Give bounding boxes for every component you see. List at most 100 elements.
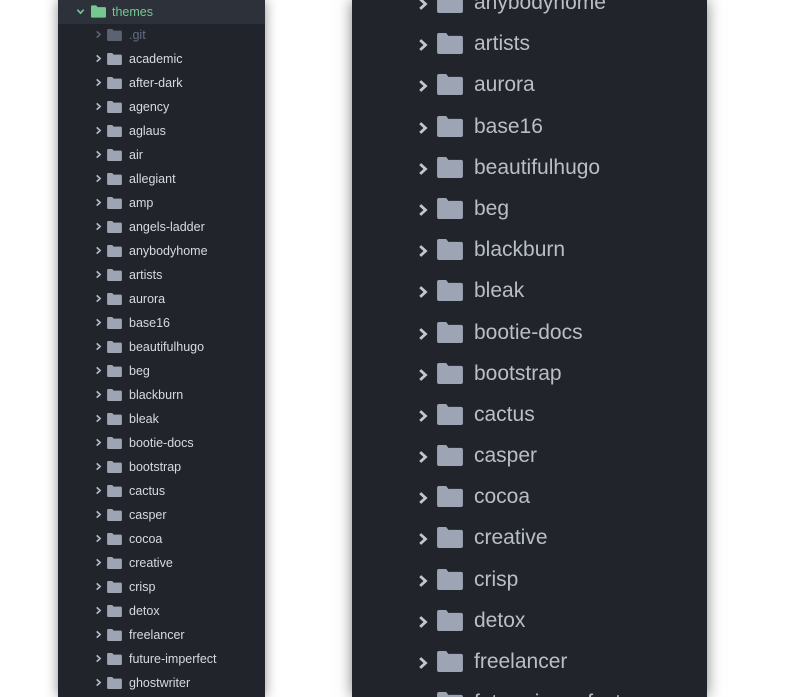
tree-item-dot-git[interactable]: .git — [58, 23, 265, 47]
chevron-right-icon[interactable] — [94, 630, 103, 639]
tree-item-label: aurora — [474, 73, 535, 97]
tree-item-bootstrap[interactable]: bootstrap — [352, 354, 707, 395]
chevron-right-icon[interactable] — [94, 102, 103, 111]
tree-item-academic[interactable]: academic — [58, 47, 265, 71]
tree-item-ghostwriter[interactable]: ghostwriter — [58, 671, 265, 695]
chevron-right-icon[interactable] — [94, 390, 103, 399]
tree-item-after-dark[interactable]: after-dark — [58, 71, 265, 95]
tree-item-cactus[interactable]: cactus — [352, 395, 707, 436]
chevron-right-icon[interactable] — [416, 491, 430, 505]
chevron-right-icon[interactable] — [94, 174, 103, 183]
chevron-down-icon[interactable] — [76, 7, 85, 16]
chevron-right-icon[interactable] — [94, 150, 103, 159]
tree-item-casper[interactable]: casper — [58, 503, 265, 527]
tree-item-cactus[interactable]: cactus — [58, 479, 265, 503]
tree-item-anybodyhome[interactable]: anybodyhome — [352, 0, 707, 24]
chevron-right-icon[interactable] — [416, 409, 430, 423]
chevron-right-icon[interactable] — [416, 656, 430, 670]
tree-item-bootstrap[interactable]: bootstrap — [58, 455, 265, 479]
chevron-right-icon[interactable] — [94, 270, 103, 279]
tree-item-detox[interactable]: detox — [352, 601, 707, 642]
chevron-right-icon[interactable] — [94, 246, 103, 255]
tree-item-base16[interactable]: base16 — [352, 107, 707, 148]
tree-item-label: bootie-docs — [129, 436, 194, 450]
chevron-right-icon[interactable] — [94, 294, 103, 303]
chevron-right-icon[interactable] — [94, 558, 103, 567]
tree-item-bleak[interactable]: bleak — [352, 271, 707, 312]
chevron-right-icon[interactable] — [94, 438, 103, 447]
tree-item-artists[interactable]: artists — [352, 24, 707, 65]
chevron-right-icon[interactable] — [94, 654, 103, 663]
chevron-right-icon[interactable] — [94, 462, 103, 471]
chevron-right-icon[interactable] — [94, 30, 103, 39]
chevron-right-icon[interactable] — [416, 0, 430, 11]
tree-item-beg[interactable]: beg — [352, 189, 707, 230]
tree-item-agency[interactable]: agency — [58, 95, 265, 119]
chevron-right-icon[interactable] — [416, 244, 430, 258]
tree-item-future-imperfect[interactable]: future-imperfect — [352, 683, 707, 697]
chevron-right-icon[interactable] — [416, 327, 430, 341]
tree-item-label: aglaus — [129, 124, 166, 138]
tree-item-freelancer[interactable]: freelancer — [58, 623, 265, 647]
chevron-right-icon[interactable] — [416, 162, 430, 176]
chevron-right-icon[interactable] — [94, 222, 103, 231]
chevron-right-icon[interactable] — [94, 510, 103, 519]
tree-item-detox[interactable]: detox — [58, 599, 265, 623]
tree-item-bootie-docs[interactable]: bootie-docs — [58, 431, 265, 455]
tree-item-artists[interactable]: artists — [58, 263, 265, 287]
chevron-right-icon[interactable] — [94, 342, 103, 351]
tree-item-casper[interactable]: casper — [352, 436, 707, 477]
tree-item-aglaus[interactable]: aglaus — [58, 119, 265, 143]
tree-item-crisp[interactable]: crisp — [58, 575, 265, 599]
tree-item-allegiant[interactable]: allegiant — [58, 167, 265, 191]
tree-item-aurora[interactable]: aurora — [58, 287, 265, 311]
tree-item-aurora[interactable]: aurora — [352, 65, 707, 106]
chevron-right-icon[interactable] — [94, 582, 103, 591]
tree-root-themes[interactable]: themes — [58, 0, 265, 24]
chevron-right-icon[interactable] — [94, 78, 103, 87]
chevron-right-icon[interactable] — [416, 121, 430, 135]
tree-item-future-imperfect[interactable]: future-imperfect — [58, 647, 265, 671]
chevron-right-icon[interactable] — [94, 126, 103, 135]
tree-item-amp[interactable]: amp — [58, 191, 265, 215]
folder-icon — [107, 341, 122, 353]
tree-item-creative[interactable]: creative — [352, 518, 707, 559]
chevron-right-icon[interactable] — [94, 606, 103, 615]
tree-item-cocoa[interactable]: cocoa — [352, 477, 707, 518]
tree-item-cocoa[interactable]: cocoa — [58, 527, 265, 551]
tree-item-angels-ladder[interactable]: angels-ladder — [58, 215, 265, 239]
chevron-right-icon[interactable] — [94, 414, 103, 423]
tree-item-label: air — [129, 148, 143, 162]
chevron-right-icon[interactable] — [94, 486, 103, 495]
chevron-right-icon[interactable] — [94, 678, 103, 687]
tree-item-creative[interactable]: creative — [58, 551, 265, 575]
chevron-right-icon[interactable] — [416, 574, 430, 588]
chevron-right-icon[interactable] — [94, 318, 103, 327]
tree-item-beautifulhugo[interactable]: beautifulhugo — [58, 335, 265, 359]
tree-item-blackburn[interactable]: blackburn — [58, 383, 265, 407]
chevron-right-icon[interactable] — [416, 450, 430, 464]
folder-icon — [437, 403, 463, 425]
chevron-right-icon[interactable] — [416, 615, 430, 629]
chevron-right-icon[interactable] — [94, 534, 103, 543]
chevron-right-icon[interactable] — [94, 54, 103, 63]
tree-item-beautifulhugo[interactable]: beautifulhugo — [352, 148, 707, 189]
tree-item-base16[interactable]: base16 — [58, 311, 265, 335]
tree-item-freelancer[interactable]: freelancer — [352, 642, 707, 683]
chevron-right-icon[interactable] — [416, 532, 430, 546]
chevron-right-icon[interactable] — [416, 38, 430, 52]
tree-item-anybodyhome[interactable]: anybodyhome — [58, 239, 265, 263]
chevron-right-icon[interactable] — [94, 366, 103, 375]
tree-item-crisp[interactable]: crisp — [352, 560, 707, 601]
chevron-right-icon[interactable] — [416, 368, 430, 382]
chevron-right-icon[interactable] — [416, 203, 430, 217]
chevron-right-icon[interactable] — [94, 198, 103, 207]
chevron-right-icon[interactable] — [416, 79, 430, 93]
chevron-right-icon[interactable] — [416, 285, 430, 299]
tree-item-blackburn[interactable]: blackburn — [352, 230, 707, 271]
tree-item-beg[interactable]: beg — [58, 359, 265, 383]
tree-item-air[interactable]: air — [58, 143, 265, 167]
tree-item-label: casper — [129, 508, 167, 522]
tree-item-bootie-docs[interactable]: bootie-docs — [352, 313, 707, 354]
tree-item-bleak[interactable]: bleak — [58, 407, 265, 431]
